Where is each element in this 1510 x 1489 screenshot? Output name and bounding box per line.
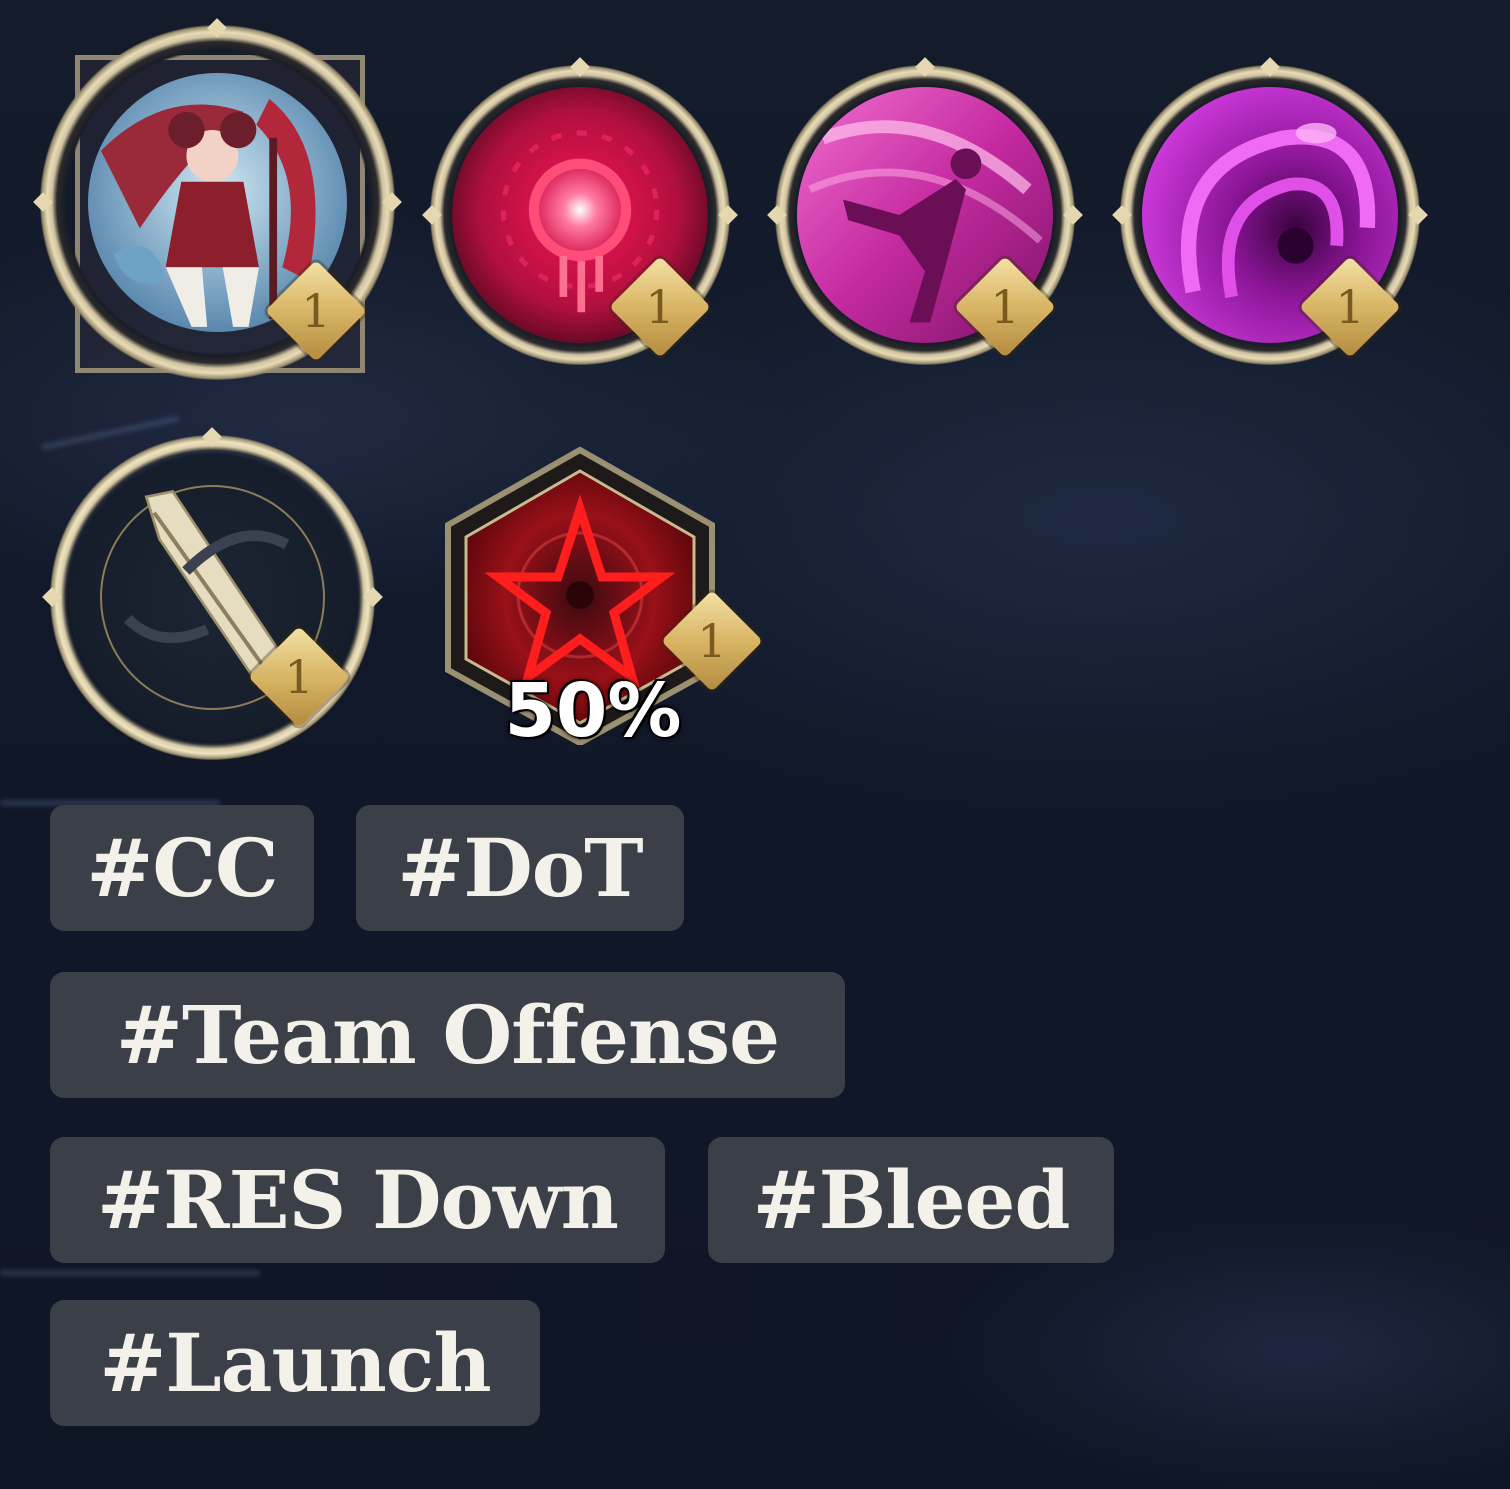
level-number: 1 — [1335, 280, 1365, 334]
skill-slot-4[interactable]: 1 — [1112, 57, 1428, 365]
skill-slot-3[interactable]: 1 — [767, 57, 1083, 365]
sigil-percent: 50% — [504, 668, 682, 754]
level-number: 1 — [645, 280, 675, 334]
level-number: 1 — [301, 284, 331, 338]
weapon-slot[interactable]: 1 — [42, 427, 383, 760]
skill-slot-portrait[interactable]: 1 — [33, 18, 402, 380]
level-number: 1 — [284, 650, 314, 704]
tag-chip[interactable]: #DoT — [356, 805, 684, 931]
background-streak — [0, 1270, 260, 1276]
tag-chip[interactable]: #Team Offense — [50, 972, 845, 1098]
tag-chip[interactable]: #Launch — [50, 1300, 540, 1426]
tag-chip[interactable]: #CC — [50, 805, 314, 931]
level-number: 1 — [990, 280, 1020, 334]
skill-slot-2[interactable]: 1 — [422, 57, 738, 365]
level-number: 1 — [697, 614, 727, 668]
level-badge: 1 — [954, 256, 1056, 358]
level-badge: 1 — [248, 626, 350, 728]
tag-chip[interactable]: #RES Down — [50, 1137, 665, 1263]
level-badge: 1 — [609, 256, 711, 358]
level-badge: 1 — [1299, 256, 1401, 358]
tag-chip[interactable]: #Bleed — [708, 1137, 1114, 1263]
level-badge: 1 — [265, 260, 367, 362]
